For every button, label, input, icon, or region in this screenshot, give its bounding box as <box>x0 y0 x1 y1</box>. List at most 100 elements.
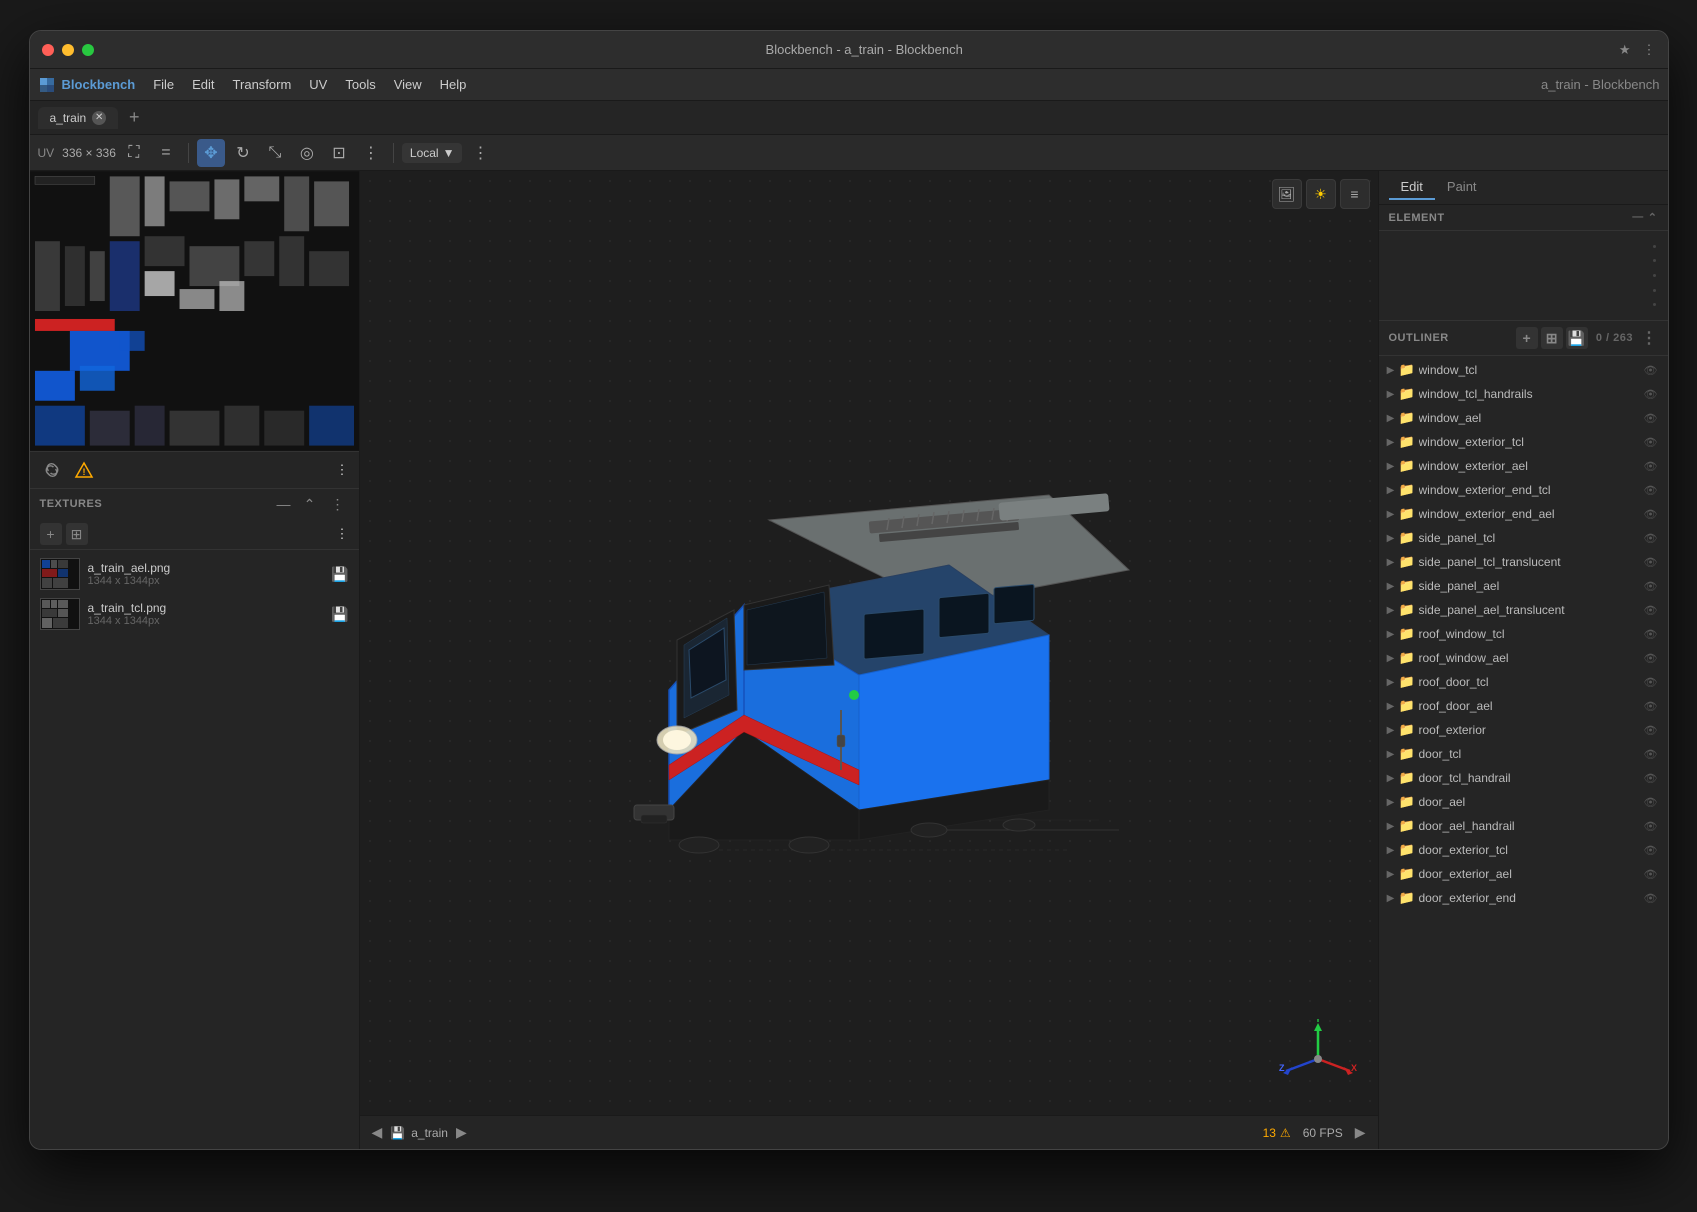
tab-edit[interactable]: Edit <box>1389 175 1435 200</box>
expand-icon-roof-window-ael[interactable]: ▶ <box>1383 650 1399 666</box>
target-tool-btn[interactable]: ◎ <box>293 139 321 167</box>
ol-item-window-exterior-ael[interactable]: ▶ 📁 window_exterior_ael 👁 <box>1379 454 1668 478</box>
tab-close-button[interactable]: ✕ <box>92 111 106 125</box>
ol-item-window-exterior-end-ael[interactable]: ▶ 📁 window_exterior_end_ael 👁 <box>1379 502 1668 526</box>
expand-icon-door-ael[interactable]: ▶ <box>1383 794 1399 810</box>
eye-side-panel-tcl-translucent[interactable]: 👁 <box>1642 553 1660 571</box>
expand-icon-window-tcl[interactable]: ▶ <box>1383 362 1399 378</box>
eye-door-exterior-tcl[interactable]: 👁 <box>1642 841 1660 859</box>
add-group-btn[interactable]: + <box>1516 327 1538 349</box>
menu-tools[interactable]: Tools <box>337 74 383 95</box>
ol-item-window-ael[interactable]: ▶ 📁 window_ael 👁 <box>1379 406 1668 430</box>
texture-item-ael[interactable]: a_train_ael.png 1344 x 1344px 💾 <box>30 554 359 594</box>
eye-roof-door-ael[interactable]: 👁 <box>1642 697 1660 715</box>
minimize-button[interactable] <box>62 44 74 56</box>
eye-door-ael[interactable]: 👁 <box>1642 793 1660 811</box>
ol-item-window-tcl-handrails[interactable]: ▶ 📁 window_tcl_handrails 👁 <box>1379 382 1668 406</box>
eye-window-exterior-end-ael[interactable]: 👁 <box>1642 505 1660 523</box>
panel-more-btn[interactable]: ⋮ <box>336 462 349 478</box>
move-tool-btn[interactable]: ✥ <box>197 139 225 167</box>
eye-window-exterior-tcl[interactable]: 👁 <box>1642 433 1660 451</box>
expand-icon-roof-exterior[interactable]: ▶ <box>1383 722 1399 738</box>
expand-icon-door-exterior-ael[interactable]: ▶ <box>1383 866 1399 882</box>
eye-window-tcl-handrails[interactable]: 👁 <box>1642 385 1660 403</box>
menu-help[interactable]: Help <box>432 74 475 95</box>
more-tools-btn[interactable]: ⋮ <box>357 139 385 167</box>
more-icon[interactable]: ⋮ <box>1643 42 1656 58</box>
eye-door-tcl[interactable]: 👁 <box>1642 745 1660 763</box>
expand-icon-window-exterior-tcl[interactable]: ▶ <box>1383 434 1399 450</box>
menu-view[interactable]: View <box>386 74 430 95</box>
textures-kebab[interactable]: ⋮ <box>336 526 349 542</box>
menu-edit[interactable]: Edit <box>184 74 222 95</box>
eye-door-exterior-ael[interactable]: 👁 <box>1642 865 1660 883</box>
eye-side-panel-ael-translucent[interactable]: 👁 <box>1642 601 1660 619</box>
expand-icon-side-panel-ael[interactable]: ▶ <box>1383 578 1399 594</box>
import-texture-btn[interactable]: ⊞ <box>66 523 88 545</box>
warning-icon[interactable]: ! <box>72 458 96 482</box>
ol-item-window-exterior-end-tcl[interactable]: ▶ 📁 window_exterior_end_tcl 👁 <box>1379 478 1668 502</box>
viewport[interactable]: 🖼 ☀ ≡ X <box>360 171 1378 1149</box>
add-texture-btn[interactable]: + <box>40 523 62 545</box>
eye-side-panel-ael[interactable]: 👁 <box>1642 577 1660 595</box>
ol-item-door-exterior-end[interactable]: ▶ 📁 door_exterior_end 👁 <box>1379 886 1668 910</box>
expand-icon-window-ael[interactable]: ▶ <box>1383 410 1399 426</box>
expand-icon[interactable]: ⛶ <box>120 139 148 167</box>
expand-icon-door-exterior-end[interactable]: ▶ <box>1383 890 1399 906</box>
expand-icon-roof-door-tcl[interactable]: ▶ <box>1383 674 1399 690</box>
menu-transform[interactable]: Transform <box>225 74 300 95</box>
texture-item-tcl[interactable]: a_train_tcl.png 1344 x 1344px 💾 <box>30 594 359 634</box>
ol-item-window-exterior-tcl[interactable]: ▶ 📁 window_exterior_tcl 👁 <box>1379 430 1668 454</box>
expand-icon-side-panel-ael-translucent[interactable]: ▶ <box>1383 602 1399 618</box>
expand-icon-side-panel-tcl[interactable]: ▶ <box>1383 530 1399 546</box>
maximize-button[interactable] <box>82 44 94 56</box>
ol-item-roof-exterior[interactable]: ▶ 📁 roof_exterior 👁 <box>1379 718 1668 742</box>
texture-save-tcl[interactable]: 💾 <box>331 606 348 623</box>
local-space-btn[interactable]: Local ▼ <box>402 143 463 163</box>
bottom-more-btn[interactable]: ▶ <box>1355 1124 1366 1141</box>
toolbar-more-btn[interactable]: ⋮ <box>466 139 494 167</box>
outliner-more-btn[interactable]: ⋮ <box>1641 328 1658 348</box>
lighting-btn[interactable]: ☀ <box>1306 179 1336 209</box>
tab-paint[interactable]: Paint <box>1435 175 1489 200</box>
ol-item-roof-door-tcl[interactable]: ▶ 📁 roof_door_tcl 👁 <box>1379 670 1668 694</box>
expand-icon-window-exterior-end-ael[interactable]: ▶ <box>1383 506 1399 522</box>
expand-icon-door-tcl-handrail[interactable]: ▶ <box>1383 770 1399 786</box>
eye-roof-window-tcl[interactable]: 👁 <box>1642 625 1660 643</box>
notification-icon[interactable]: ★ <box>1619 42 1631 58</box>
eye-roof-exterior[interactable]: 👁 <box>1642 721 1660 739</box>
next-btn[interactable]: ▶ <box>456 1124 467 1141</box>
uv-tool-btn[interactable]: ⊡ <box>325 139 353 167</box>
ol-item-side-panel-ael[interactable]: ▶ 📁 side_panel_ael 👁 <box>1379 574 1668 598</box>
eye-roof-door-tcl[interactable]: 👁 <box>1642 673 1660 691</box>
expand-icon-roof-door-ael[interactable]: ▶ <box>1383 698 1399 714</box>
eye-window-ael[interactable]: 👁 <box>1642 409 1660 427</box>
eye-window-exterior-end-tcl[interactable]: 👁 <box>1642 481 1660 499</box>
menu-uv[interactable]: UV <box>301 74 335 95</box>
ol-item-side-panel-tcl[interactable]: ▶ 📁 side_panel_tcl 👁 <box>1379 526 1668 550</box>
ol-item-window-tcl[interactable]: ▶ 📁 window_tcl 👁 <box>1379 358 1668 382</box>
ol-item-door-exterior-tcl[interactable]: ▶ 📁 door_exterior_tcl 👁 <box>1379 838 1668 862</box>
expand-icon-window-exterior-end-tcl[interactable]: ▶ <box>1383 482 1399 498</box>
tab-a-train[interactable]: a_train ✕ <box>38 107 119 129</box>
texture-save-ael[interactable]: 💾 <box>331 566 348 583</box>
textures-expand-btn[interactable]: ⌃ <box>299 493 321 515</box>
equals-icon[interactable]: = <box>152 139 180 167</box>
expand-icon-roof-window-tcl[interactable]: ▶ <box>1383 626 1399 642</box>
element-expand-btn[interactable]: ⌃ <box>1648 211 1658 224</box>
eye-window-exterior-ael[interactable]: 👁 <box>1642 457 1660 475</box>
eye-door-exterior-end[interactable]: 👁 <box>1642 889 1660 907</box>
expand-icon-door-exterior-tcl[interactable]: ▶ <box>1383 842 1399 858</box>
prev-btn[interactable]: ◀ <box>372 1124 383 1141</box>
add-mesh-btn[interactable]: 💾 <box>1566 327 1588 349</box>
rotate-tool-btn[interactable]: ↻ <box>229 139 257 167</box>
tab-add-button[interactable]: + <box>122 106 146 130</box>
scale-tool-btn[interactable]: ⤡ <box>261 139 289 167</box>
expand-icon-door-tcl[interactable]: ▶ <box>1383 746 1399 762</box>
textures-more-btn[interactable]: ⋮ <box>327 493 349 515</box>
uv-canvas[interactable] <box>30 171 359 451</box>
ol-item-side-panel-tcl-translucent[interactable]: ▶ 📁 side_panel_tcl_translucent 👁 <box>1379 550 1668 574</box>
3d-gizmo[interactable]: X Y Z <box>1278 1019 1358 1099</box>
expand-icon-side-panel-tcl-translucent[interactable]: ▶ <box>1383 554 1399 570</box>
ol-item-roof-window-tcl[interactable]: ▶ 📁 roof_window_tcl 👁 <box>1379 622 1668 646</box>
